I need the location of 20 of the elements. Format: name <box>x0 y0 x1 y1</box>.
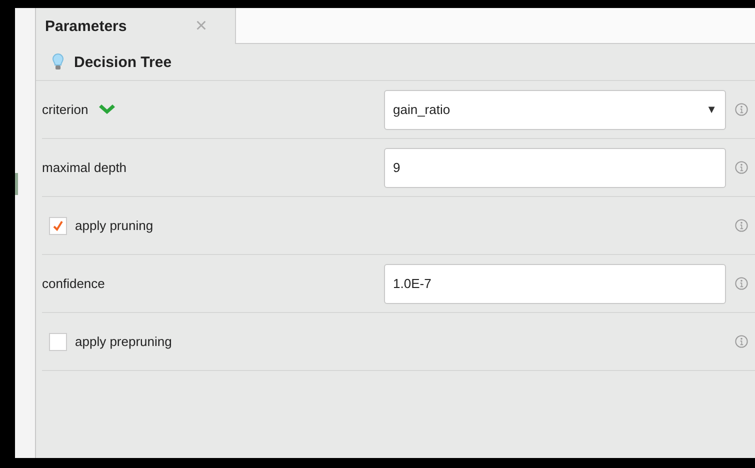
lightbulb-icon <box>52 53 64 71</box>
checkbox[interactable] <box>49 332 67 350</box>
info-icon[interactable] <box>735 161 748 174</box>
checkmark-icon <box>52 220 64 232</box>
checkbox-label: apply pruning <box>75 218 154 233</box>
checkbox-label: apply prepruning <box>75 334 172 349</box>
info-icon[interactable] <box>735 335 748 348</box>
info-icon[interactable] <box>735 103 748 116</box>
input-field[interactable]: 1.0E-7 <box>384 264 726 304</box>
info-icon[interactable] <box>735 219 748 232</box>
checkbox[interactable] <box>49 216 67 234</box>
criterion-dropdown[interactable]: gain_ratio ▼ <box>384 90 726 130</box>
parameter-label: criterion <box>42 102 88 117</box>
tab-title: Parameters <box>45 18 127 34</box>
parameter-label: maximal depth <box>42 160 127 175</box>
chevron-down-icon[interactable] <box>98 104 116 116</box>
info-icon[interactable] <box>735 277 748 290</box>
input-field[interactable]: 9 <box>384 148 726 188</box>
operator-title: Decision Tree <box>74 54 172 70</box>
parameter-label: confidence <box>42 276 105 291</box>
